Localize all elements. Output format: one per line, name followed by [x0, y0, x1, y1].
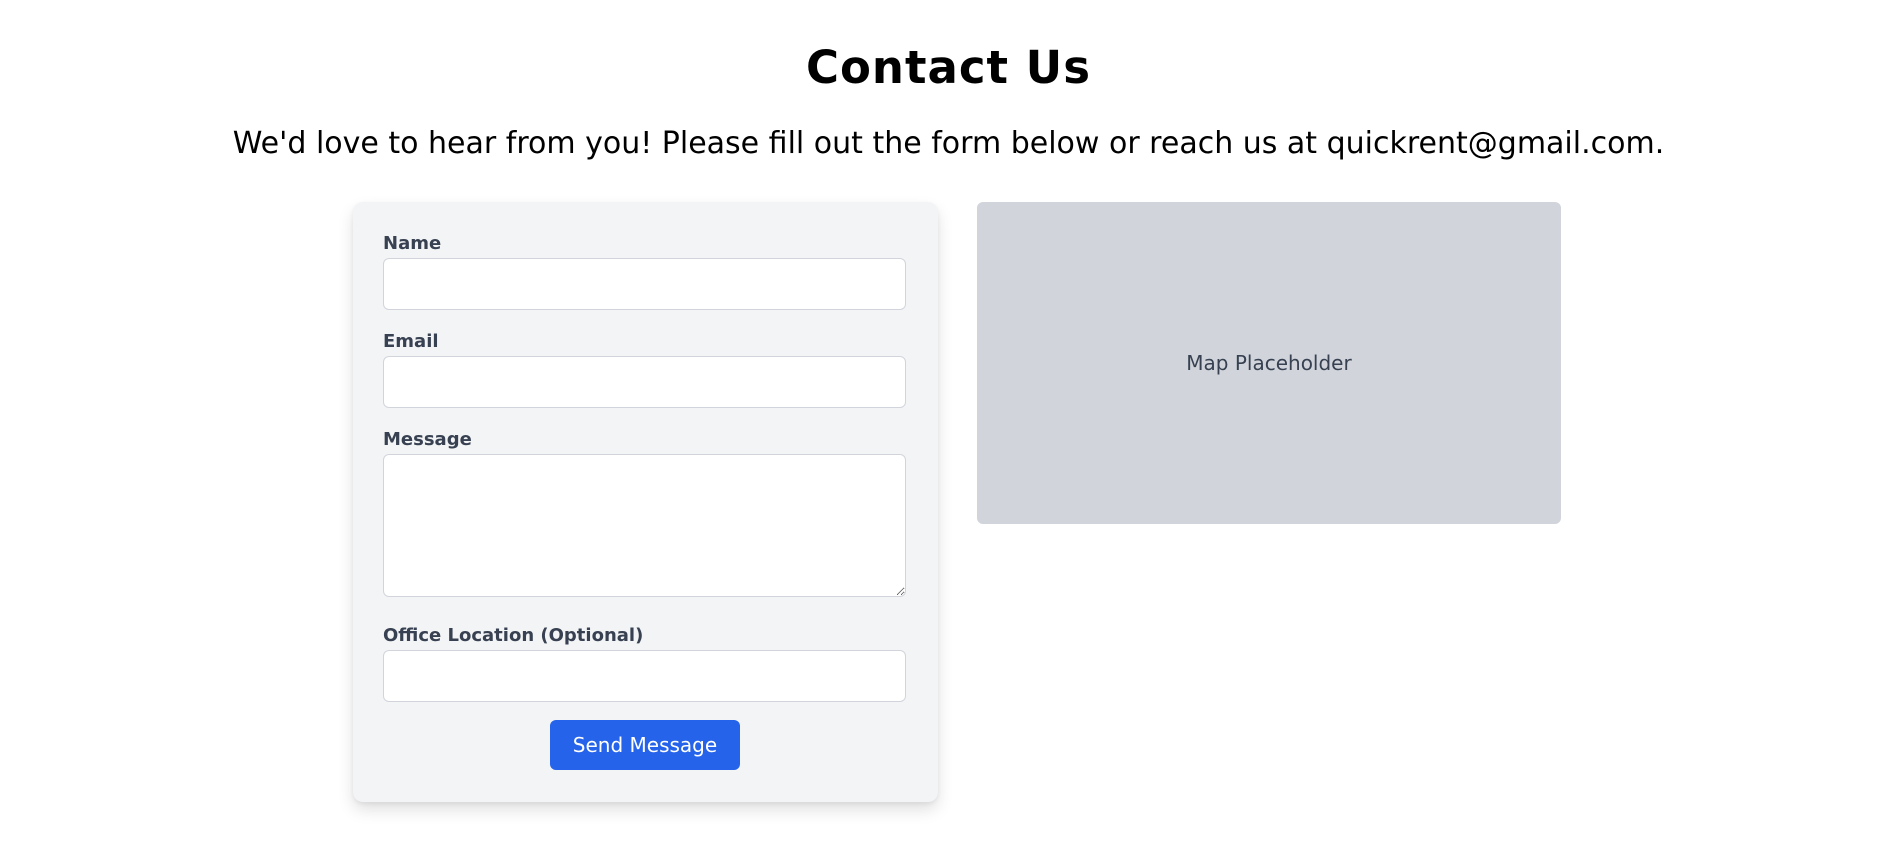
contact-page: Contact Us We'd love to hear from you! P… — [0, 0, 1897, 848]
page-subtitle: We'd love to hear from you! Please fill … — [232, 126, 1665, 161]
message-label: Message — [383, 429, 472, 450]
message-textarea[interactable] — [383, 454, 906, 597]
send-message-button[interactable]: Send Message — [550, 720, 740, 770]
name-input[interactable] — [383, 258, 906, 310]
office-location-input[interactable] — [383, 650, 906, 702]
contact-form: Name Email Message Office Location (Opti… — [353, 202, 938, 802]
email-label: Email — [383, 331, 439, 352]
map-placeholder-label: Map Placeholder — [1186, 351, 1352, 375]
map-placeholder: Map Placeholder — [977, 202, 1561, 524]
office-location-label: Office Location (Optional) — [383, 625, 644, 646]
email-input[interactable] — [383, 356, 906, 408]
page-title: Contact Us — [805, 41, 1092, 94]
name-label: Name — [383, 233, 442, 254]
